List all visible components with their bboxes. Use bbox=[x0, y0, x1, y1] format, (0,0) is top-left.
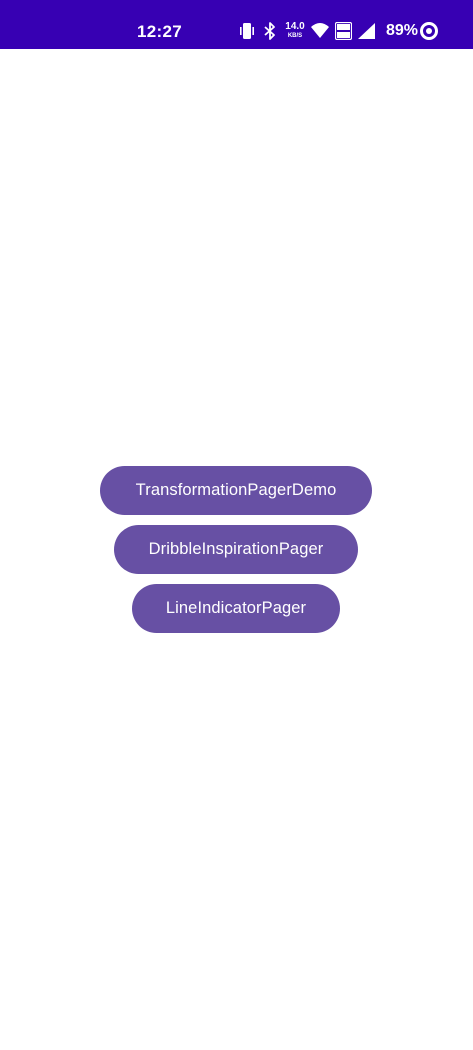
battery-icon bbox=[420, 22, 438, 40]
status-time: 12:27 bbox=[137, 22, 182, 41]
bluetooth-icon bbox=[264, 22, 275, 40]
transformation-pager-demo-button[interactable]: TransformationPagerDemo bbox=[100, 466, 372, 515]
line-indicator-pager-button[interactable]: LineIndicatorPager bbox=[132, 584, 340, 633]
signal-icon bbox=[358, 23, 375, 39]
vibrate-icon bbox=[240, 23, 254, 39]
network-speed: 14.0 KB/S bbox=[284, 21, 306, 40]
main-content: TransformationPagerDemo DribbleInspirati… bbox=[0, 49, 473, 1050]
status-bar: 12:27 14.0 KB/S 89% bbox=[0, 0, 473, 49]
network-speed-value: 14.0 bbox=[285, 21, 305, 32]
network-speed-unit: KB/S bbox=[287, 33, 303, 39]
battery-percent: 89% bbox=[386, 22, 419, 39]
wifi-icon bbox=[311, 23, 329, 38]
volte-icon bbox=[335, 22, 352, 40]
dribble-inspiration-pager-button[interactable]: DribbleInspirationPager bbox=[114, 525, 358, 574]
